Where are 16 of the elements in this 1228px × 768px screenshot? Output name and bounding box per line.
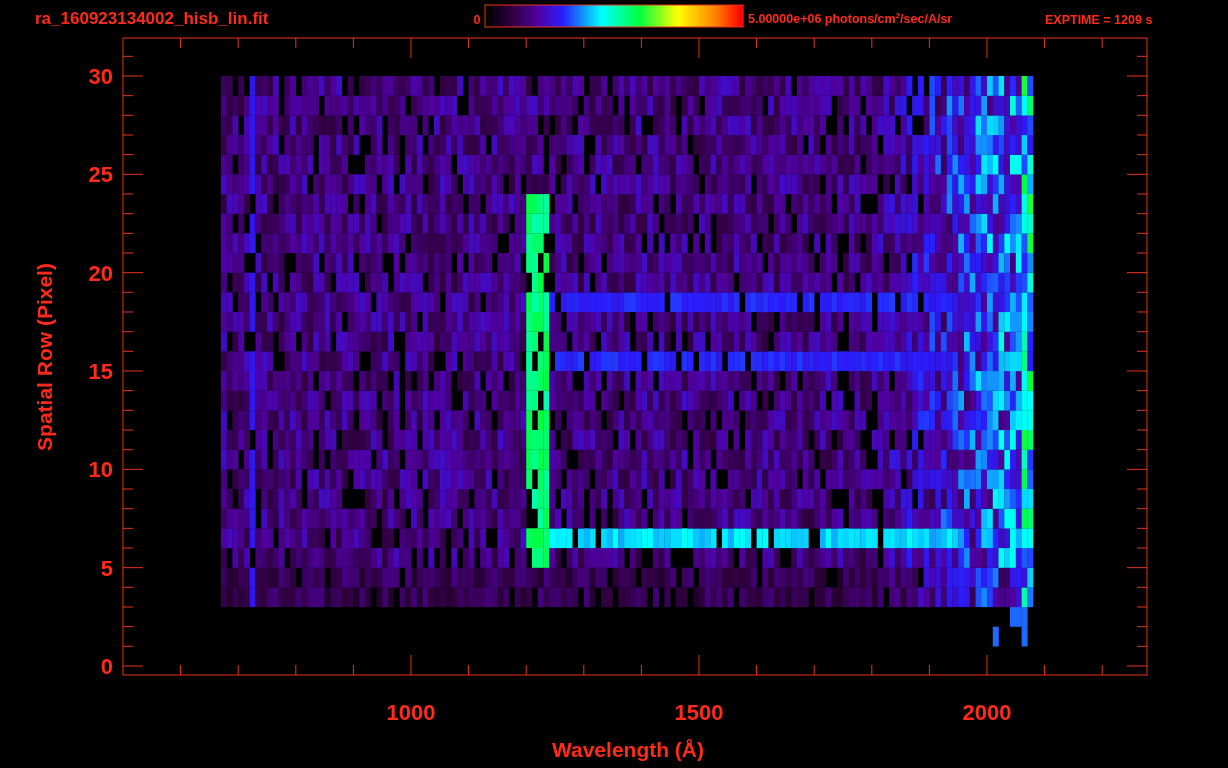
y-tick-label: 30 <box>88 64 113 89</box>
exposure-time-label: EXPTIME = 1209 s <box>1045 13 1153 27</box>
y-axis-label: Spatial Row (Pixel) <box>33 263 56 451</box>
y-tick-label: 15 <box>88 359 113 384</box>
y-tick-label: 20 <box>88 260 113 286</box>
x-tick-label: 1000 <box>386 700 436 725</box>
x-axis-label: Wavelength (Å) <box>551 738 705 761</box>
plot-title: ra_160923134002_hisb_lin.fit <box>35 9 269 28</box>
x-tick-label: 2000 <box>962 700 1012 725</box>
x-tick-label: 1500 <box>674 700 724 725</box>
y-tick-label: 5 <box>100 555 113 581</box>
colorbar-min-label: 0 <box>473 13 481 27</box>
y-tick-label: 0 <box>100 654 113 679</box>
colorbar-units-label: 5.00000e+06 photons/cm$^{2}$/sec/A/sr <box>748 11 953 27</box>
y-tick-label: 25 <box>88 162 113 188</box>
y-tick-label: 10 <box>88 457 113 483</box>
